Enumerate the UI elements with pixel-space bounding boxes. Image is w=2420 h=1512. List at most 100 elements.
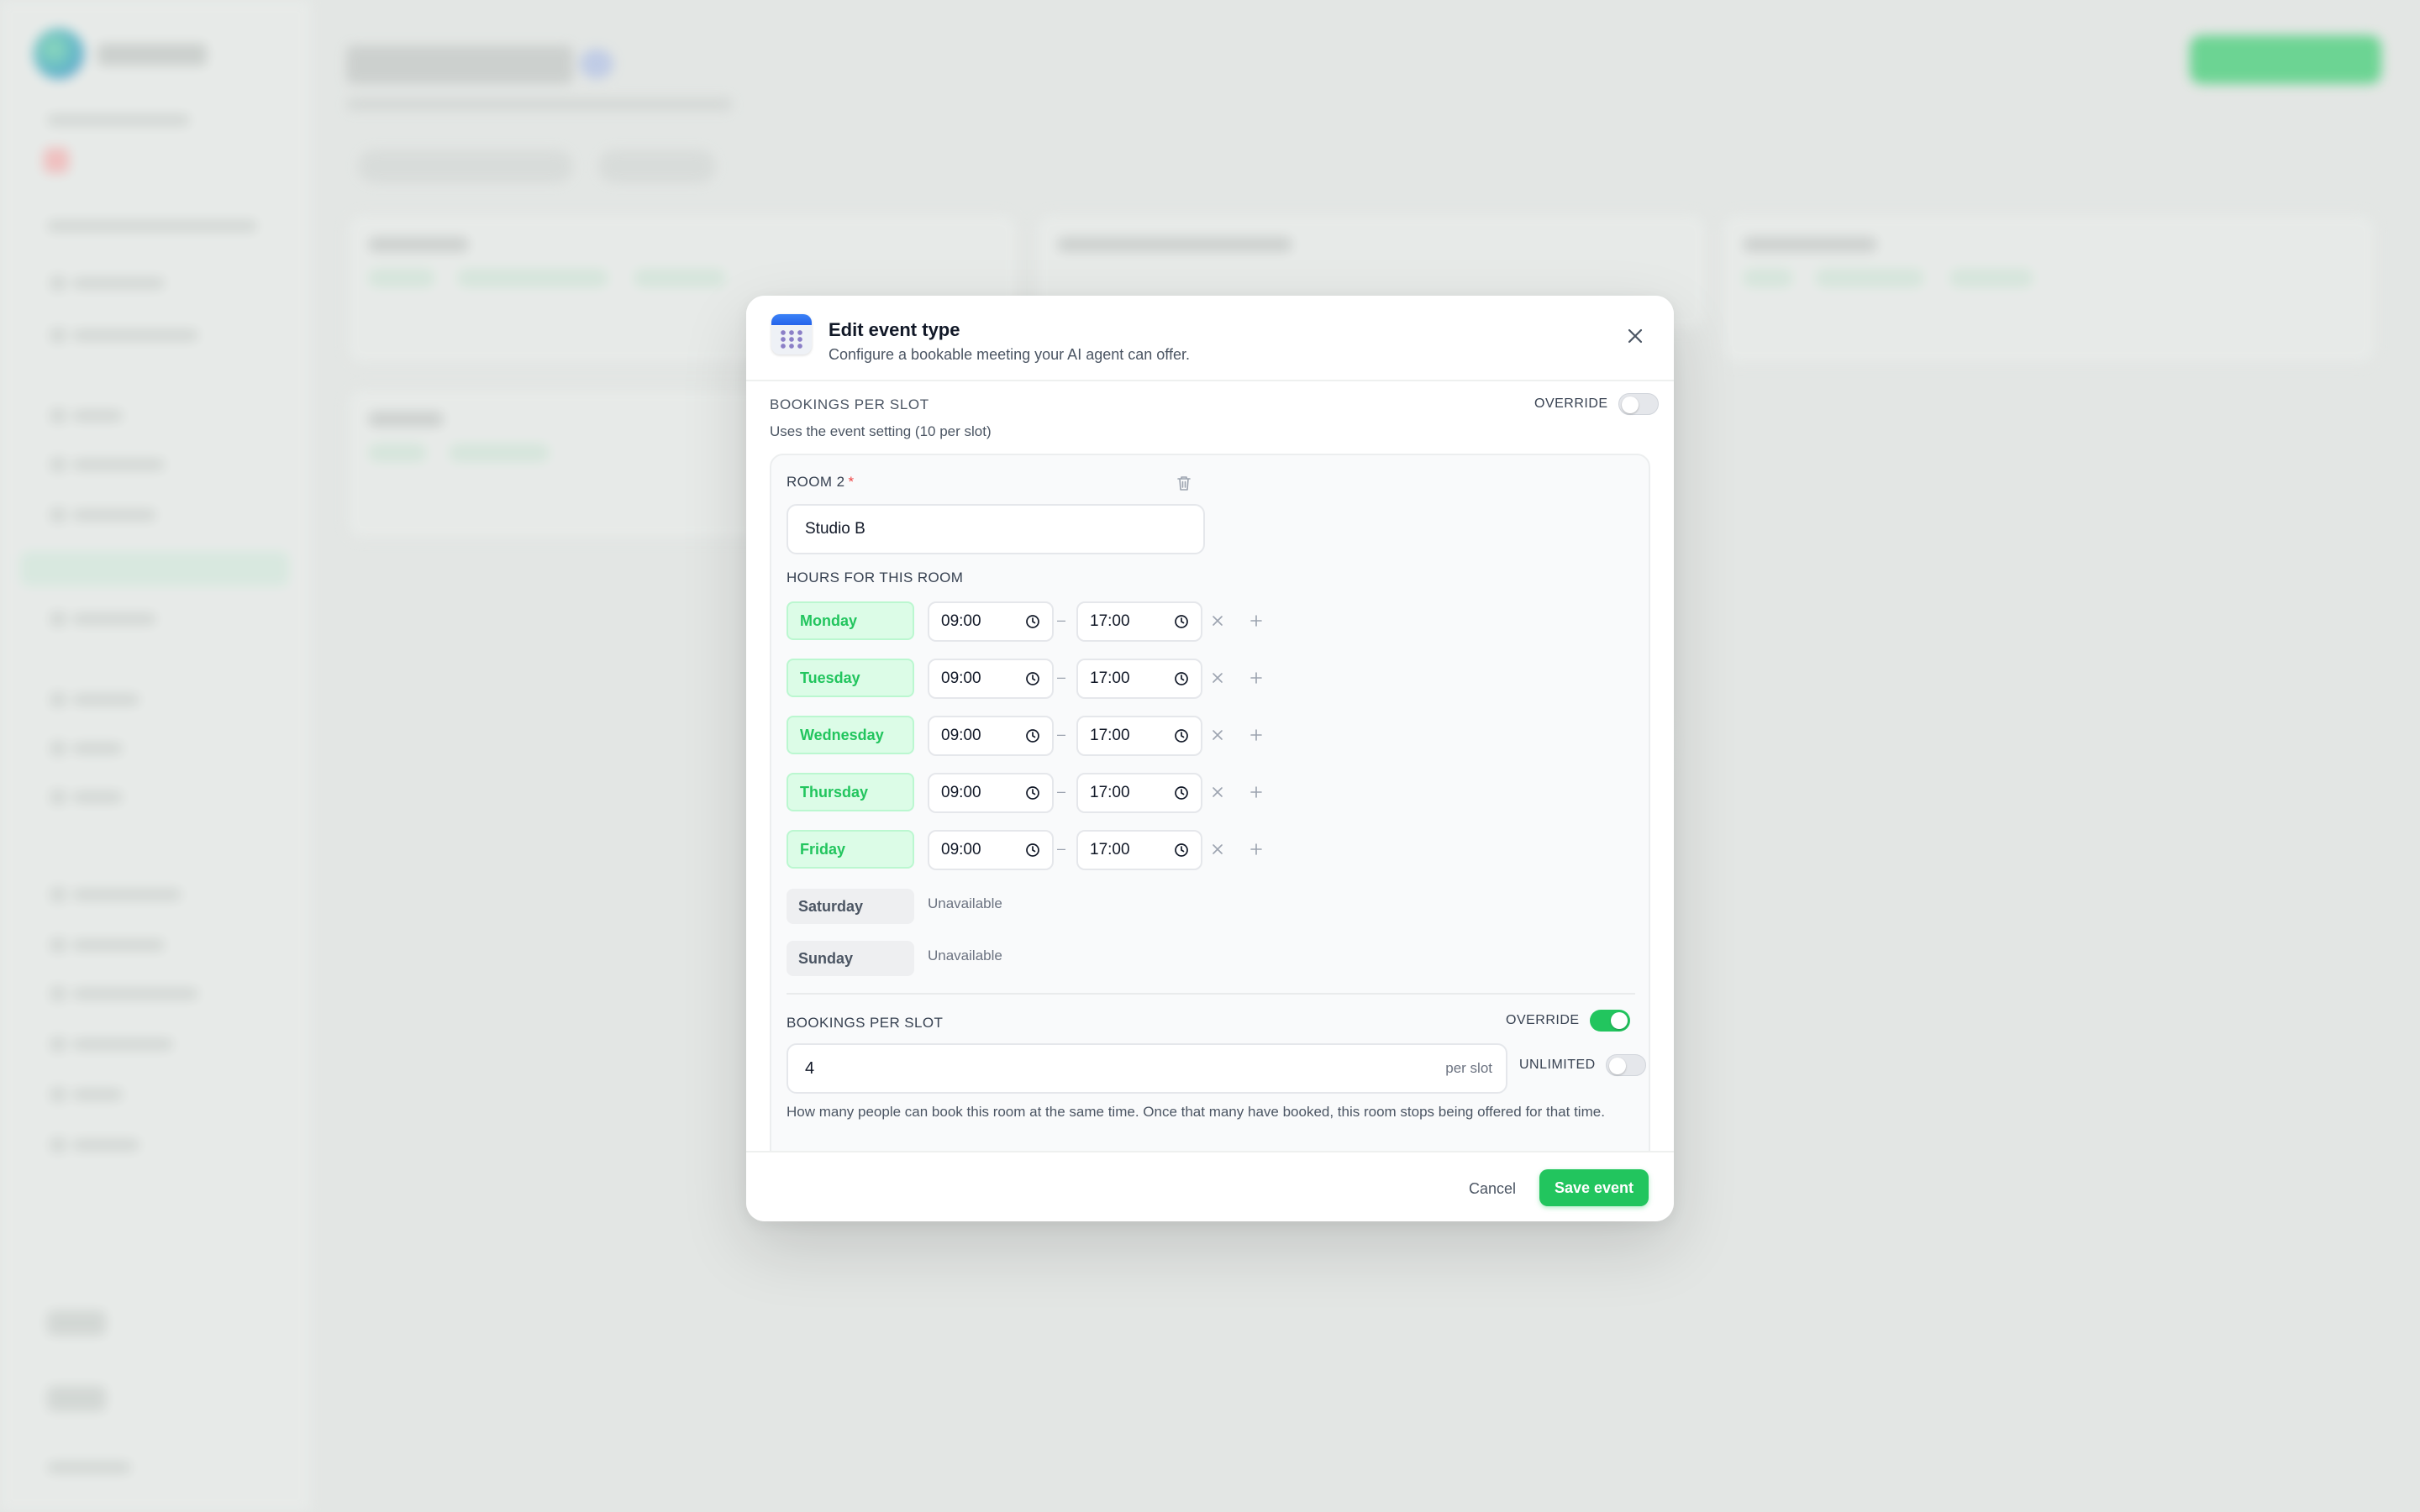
bg-filter-pill xyxy=(358,150,573,183)
bookings-count-value: 4 xyxy=(805,1058,815,1078)
bg-line xyxy=(50,408,123,423)
remove-hours-button[interactable] xyxy=(1207,667,1228,689)
end-time-input[interactable]: 17:00 xyxy=(1076,716,1202,756)
plus-icon xyxy=(1250,729,1262,741)
time-separator: – xyxy=(1057,726,1066,743)
per-slot-unit: per slot xyxy=(1445,1060,1492,1076)
room-panel: ROOM 2* HOURS FOR THIS ROOM Monday 09:00 –… xyxy=(770,454,1650,1151)
edit-event-modal: Edit event type Configure a bookable mee… xyxy=(746,296,1674,1221)
x-icon xyxy=(1213,787,1223,797)
modal-body: BOOKINGS PER SLOT OVERRIDE Uses the even… xyxy=(746,381,1674,1151)
toggle-knob xyxy=(1621,396,1639,413)
unavailable-text: Unavailable xyxy=(928,948,1002,963)
start-time-input[interactable]: 09:00 xyxy=(928,830,1054,870)
bg-line xyxy=(47,114,190,126)
end-time-input[interactable]: 17:00 xyxy=(1076,601,1202,642)
bg-line xyxy=(50,328,198,343)
room-name-input[interactable] xyxy=(786,504,1205,554)
day-toggle-friday[interactable]: Friday xyxy=(786,830,914,869)
start-time-input[interactable]: 09:00 xyxy=(928,773,1054,813)
unlimited-control: UNLIMITED xyxy=(1519,1054,1646,1076)
clock-icon xyxy=(1175,729,1188,743)
remove-hours-button[interactable] xyxy=(1207,724,1228,746)
event-override-toggle[interactable] xyxy=(1618,393,1659,415)
add-hours-button[interactable] xyxy=(1245,724,1267,746)
toggle-knob xyxy=(1610,1012,1628,1029)
event-bookings-label: BOOKINGS PER SLOT xyxy=(770,396,929,412)
trash-icon xyxy=(1177,476,1191,491)
bg-card-title xyxy=(1057,237,1292,252)
day-toggle-wednesday[interactable]: Wednesday xyxy=(786,716,914,754)
bg-line xyxy=(50,937,165,953)
background-sidebar xyxy=(0,0,311,1512)
day-toggle-monday[interactable]: Monday xyxy=(786,601,914,640)
start-time-value: 09:00 xyxy=(941,841,981,858)
add-hours-button[interactable] xyxy=(1245,838,1267,860)
bg-chip xyxy=(1815,269,1924,287)
bg-chip xyxy=(457,269,608,287)
bg-title-badge xyxy=(580,49,613,79)
clock-icon xyxy=(1175,786,1188,800)
end-time-input[interactable]: 17:00 xyxy=(1076,830,1202,870)
unlimited-label: UNLIMITED xyxy=(1519,1058,1596,1072)
day-toggle-saturday[interactable]: Saturday xyxy=(786,889,914,924)
day-row-wednesday: Wednesday 09:00 – 17:00 xyxy=(786,716,1291,756)
bg-line xyxy=(50,457,165,472)
clock-icon xyxy=(1175,843,1188,857)
save-event-button[interactable]: Save event xyxy=(1539,1169,1649,1206)
bg-line xyxy=(50,1087,123,1102)
start-time-input[interactable]: 09:00 xyxy=(928,716,1054,756)
close-button[interactable] xyxy=(1620,321,1650,351)
clock-icon xyxy=(1175,615,1188,628)
bg-page-title xyxy=(346,45,573,84)
day-toggle-tuesday[interactable]: Tuesday xyxy=(786,659,914,697)
end-time-value: 17:00 xyxy=(1090,612,1130,630)
cancel-button[interactable]: Cancel xyxy=(1457,1173,1528,1205)
calendar-icon xyxy=(771,314,812,354)
x-icon xyxy=(1213,673,1223,683)
app-logo-text xyxy=(97,44,207,66)
bg-line xyxy=(47,1310,106,1336)
bg-chip xyxy=(634,269,726,287)
add-hours-button[interactable] xyxy=(1245,667,1267,689)
bookings-count-input[interactable]: 4 per slot xyxy=(786,1043,1507,1094)
bg-line xyxy=(50,276,165,291)
bg-page-subtitle xyxy=(346,97,733,111)
add-hours-button[interactable] xyxy=(1245,610,1267,632)
delete-room-button[interactable] xyxy=(1173,472,1195,494)
day-row-tuesday: Tuesday 09:00 – 17:00 xyxy=(786,659,1291,699)
unavailable-text: Unavailable xyxy=(928,895,1002,911)
remove-hours-button[interactable] xyxy=(1207,781,1228,803)
day-toggle-sunday[interactable]: Sunday xyxy=(786,941,914,976)
clock-icon xyxy=(1026,786,1039,800)
clock-icon xyxy=(1026,729,1039,743)
modal-title: Edit event type xyxy=(829,319,960,340)
required-marker: * xyxy=(848,474,855,490)
add-hours-button[interactable] xyxy=(1245,781,1267,803)
modal-header: Edit event type Configure a bookable mee… xyxy=(746,296,1674,381)
end-time-value: 17:00 xyxy=(1090,727,1130,744)
close-icon xyxy=(1628,328,1643,344)
remove-hours-button[interactable] xyxy=(1207,838,1228,860)
day-row-sunday: Sunday Unavailable xyxy=(786,941,1291,981)
event-override-control: OVERRIDE xyxy=(1534,393,1659,415)
bg-card xyxy=(1721,213,2376,365)
modal-subtitle: Configure a bookable meeting your AI age… xyxy=(829,346,1190,363)
unlimited-toggle[interactable] xyxy=(1605,1054,1646,1076)
room-override-toggle[interactable] xyxy=(1589,1010,1630,1032)
calendar-icon-grid xyxy=(779,329,804,349)
end-time-input[interactable]: 17:00 xyxy=(1076,773,1202,813)
bg-nav-active xyxy=(20,551,289,586)
day-toggle-thursday[interactable]: Thursday xyxy=(786,773,914,811)
time-separator: – xyxy=(1057,840,1066,857)
bg-line xyxy=(50,507,156,522)
remove-hours-button[interactable] xyxy=(1207,610,1228,632)
start-time-input[interactable]: 09:00 xyxy=(928,601,1054,642)
bg-line xyxy=(50,612,156,627)
room-override-label: OVERRIDE xyxy=(1506,1013,1580,1027)
start-time-input[interactable]: 09:00 xyxy=(928,659,1054,699)
bg-filter-pill xyxy=(598,150,716,183)
end-time-input[interactable]: 17:00 xyxy=(1076,659,1202,699)
time-separator: – xyxy=(1057,669,1066,685)
calendar-icon-top xyxy=(771,314,812,325)
